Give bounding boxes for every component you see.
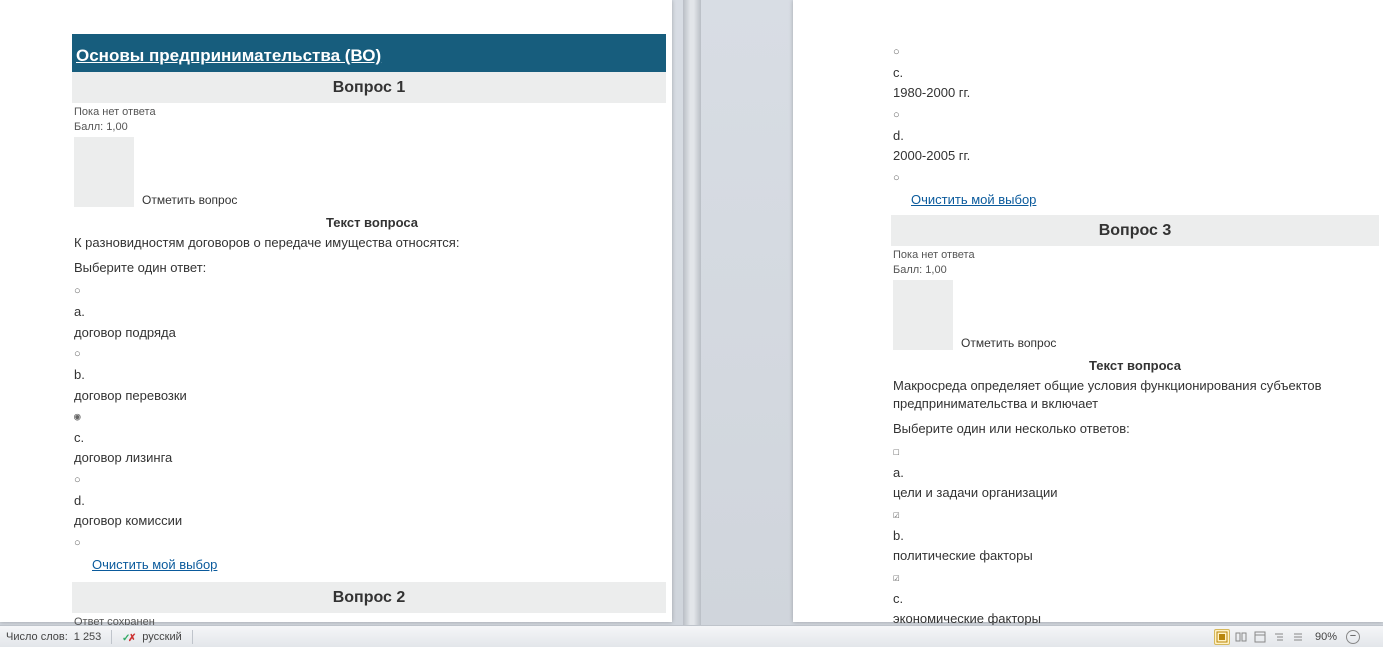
status-bar: Число слов: 1 253 ✓✗ русский 90% − + [0,625,1383,647]
q1-opt-b: договор перевозки [72,385,672,406]
radio-icon[interactable]: ○ [74,474,88,489]
view-print-layout-icon[interactable] [1214,629,1230,645]
view-outline-icon[interactable] [1271,629,1287,645]
q1-opt-c: договор лизинга [72,447,672,468]
separator [192,630,193,644]
question-text-heading: Текст вопроса [891,352,1379,375]
flag-placeholder [893,280,953,350]
flag-question-label[interactable]: Отметить вопрос [961,336,1056,352]
checkbox-icon[interactable]: ☐ [893,446,907,461]
q1-opt-b-letter: b. [72,364,672,385]
q1-opt-d-letter: d. [72,490,672,511]
q3-status: Пока нет ответа [891,246,1379,261]
q3-prompt: Выберите один или несколько ответов: [891,415,1379,440]
page-divider [683,0,701,625]
question-3-header: Вопрос 3 [891,215,1379,246]
view-reading-icon[interactable] [1233,629,1249,645]
zoom-out-button[interactable]: − [1346,630,1360,644]
checkbox-icon[interactable]: ☑ [893,572,907,587]
view-draft-icon[interactable] [1290,629,1306,645]
radio-icon[interactable]: ○ [74,285,88,300]
clear-choice-link[interactable]: Очистить мой выбор [891,192,1036,207]
right-page-container[interactable]: ○ c. 1980-2000 гг. ○ d. 2000-2005 гг. ○ … [701,0,1383,625]
q1-opt-a-letter: a. [72,301,672,322]
document-workspace: Основы предпринимательства (ВО) Вопрос 1… [0,0,1383,625]
zoom-level[interactable]: 90% [1309,631,1343,643]
q2r-opt-d: 2000-2005 гг. [891,145,1383,166]
clear-choice-link[interactable]: Очистить мой выбор [72,557,217,572]
q1-score: Балл: 1,00 [72,118,672,133]
radio-icon[interactable]: ○ [893,172,907,187]
radio-icon[interactable]: ○ [893,109,907,124]
spellcheck-icon[interactable]: ✓✗ [122,630,136,644]
q3-opt-a: цели и задачи организации [891,482,1379,503]
q1-status: Пока нет ответа [72,103,672,118]
word-count-value: 1 253 [74,631,102,643]
checkbox-icon[interactable]: ☑ [893,509,907,524]
q3-score: Балл: 1,00 [891,261,1379,276]
q1-opt-d: договор комиссии [72,510,672,531]
q3-text: Макросреда определяет общие условия функ… [891,375,1379,415]
q3-opt-c: экономические факторы [891,608,1379,625]
q3-opt-b-letter: b. [891,525,1379,546]
flag-question-label[interactable]: Отметить вопрос [142,193,237,209]
page-1: Основы предпринимательства (ВО) Вопрос 1… [0,0,672,622]
radio-icon[interactable]: ○ [893,46,907,61]
radio-icon[interactable]: ◉ [74,411,88,426]
q1-opt-c-letter: c. [72,427,672,448]
view-web-icon[interactable] [1252,629,1268,645]
q2r-opt-c-letter: c. [891,62,1383,83]
page-2: ○ c. 1980-2000 гг. ○ d. 2000-2005 гг. ○ … [793,0,1383,622]
q2-status: Ответ сохранен [72,613,672,625]
q2r-opt-d-letter: d. [891,125,1383,146]
separator [111,630,112,644]
question-1-header: Вопрос 1 [72,72,666,103]
left-page-container[interactable]: Основы предпринимательства (ВО) Вопрос 1… [0,0,683,625]
course-title: Основы предпринимательства (ВО) [72,34,666,72]
q3-opt-a-letter: a. [891,462,1379,483]
language-label[interactable]: русский [142,631,181,643]
flag-placeholder [74,137,134,207]
q1-prompt: Выберите один ответ: [72,254,672,279]
q3-opt-b: политические факторы [891,545,1379,566]
question-text-heading: Текст вопроса [72,209,672,232]
q3-opt-c-letter: c. [891,588,1379,609]
question-2-header: Вопрос 2 [72,582,666,613]
q1-opt-a: договор подряда [72,322,672,343]
q2r-opt-c: 1980-2000 гг. [891,82,1383,103]
q1-text: К разновидностям договоров о передаче им… [72,232,672,254]
radio-icon[interactable]: ○ [74,348,88,363]
radio-icon[interactable]: ○ [74,537,88,552]
word-count-label: Число слов: [6,631,68,643]
svg-text:✗: ✗ [128,633,136,644]
